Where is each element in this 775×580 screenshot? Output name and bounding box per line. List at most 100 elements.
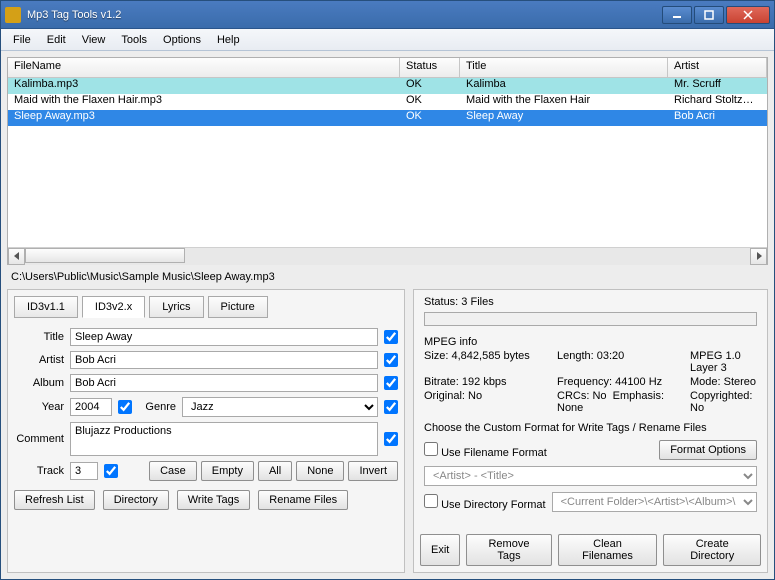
cell: Kalimba <box>460 78 668 94</box>
clean-filenames-button[interactable]: Clean Filenames <box>558 534 658 566</box>
mpeg-original: Original: No <box>424 390 549 414</box>
track-input[interactable] <box>70 462 98 480</box>
case-button[interactable]: Case <box>149 461 197 481</box>
file-list: FileName Status Title Artist Kalimba.mp3… <box>7 57 768 265</box>
directory-button[interactable]: Directory <box>103 490 169 510</box>
progress-bar <box>424 312 757 326</box>
table-row[interactable]: Kalimba.mp3OKKalimbaMr. Scruff <box>8 78 767 94</box>
year-check[interactable] <box>118 400 132 414</box>
window-title: Mp3 Tag Tools v1.2 <box>27 9 662 21</box>
cell: Maid with the Flaxen Hair <box>460 94 668 110</box>
scroll-left-button[interactable] <box>8 248 25 265</box>
cell: OK <box>400 110 460 126</box>
mpeg-layer: MPEG 1.0 Layer 3 <box>690 350 757 374</box>
menu-options[interactable]: Options <box>155 31 209 49</box>
cell: OK <box>400 78 460 94</box>
mpeg-crc: CRCs: No <box>557 390 607 402</box>
menu-file[interactable]: File <box>5 31 39 49</box>
use-directory-check[interactable] <box>424 494 438 508</box>
custom-format-header: Choose the Custom Format for Write Tags … <box>424 422 757 434</box>
cell: OK <box>400 94 460 110</box>
cell: Maid with the Flaxen Hair.mp3 <box>8 94 400 110</box>
comment-check[interactable] <box>384 432 398 446</box>
scroll-track[interactable] <box>25 248 750 265</box>
app-window: Mp3 Tag Tools v1.2 File Edit View Tools … <box>0 0 775 580</box>
invert-button[interactable]: Invert <box>348 461 398 481</box>
cell: Sleep Away <box>460 110 668 126</box>
cell: Kalimba.mp3 <box>8 78 400 94</box>
genre-label: Genre <box>138 401 176 413</box>
rename-files-button[interactable]: Rename Files <box>258 490 348 510</box>
scroll-thumb[interactable] <box>25 248 185 263</box>
album-label: Album <box>14 377 64 389</box>
tab-id3v11[interactable]: ID3v1.1 <box>14 296 78 318</box>
horizontal-scrollbar[interactable] <box>8 247 767 264</box>
cell: Sleep Away.mp3 <box>8 110 400 126</box>
tab-strip: ID3v1.1ID3v2.xLyricsPicture <box>14 296 398 318</box>
artist-input[interactable] <box>70 351 378 369</box>
custom-format: Choose the Custom Format for Write Tags … <box>424 422 757 518</box>
title-check[interactable] <box>384 330 398 344</box>
menu-view[interactable]: View <box>74 31 114 49</box>
exit-button[interactable]: Exit <box>420 534 460 566</box>
year-input[interactable] <box>70 398 112 416</box>
mpeg-mode: Mode: Stereo <box>690 376 757 388</box>
genre-check[interactable] <box>384 400 398 414</box>
mpeg-header: MPEG info <box>424 336 757 348</box>
list-body[interactable]: Kalimba.mp3OKKalimbaMr. ScruffMaid with … <box>8 78 767 247</box>
comment-label: Comment <box>14 433 64 445</box>
write-tags-button[interactable]: Write Tags <box>177 490 251 510</box>
year-label: Year <box>14 401 64 413</box>
album-check[interactable] <box>384 376 398 390</box>
tag-editor-panel: ID3v1.1ID3v2.xLyricsPicture Title Artist… <box>7 289 405 573</box>
col-title[interactable]: Title <box>460 58 668 77</box>
create-directory-button[interactable]: Create Directory <box>663 534 761 566</box>
maximize-button[interactable] <box>694 6 724 24</box>
remove-tags-button[interactable]: Remove Tags <box>466 534 551 566</box>
empty-button[interactable]: Empty <box>201 461 254 481</box>
table-row[interactable]: Sleep Away.mp3OKSleep AwayBob Acri <box>8 110 767 126</box>
close-button[interactable] <box>726 6 770 24</box>
list-header: FileName Status Title Artist <box>8 58 767 78</box>
genre-select[interactable]: Jazz <box>182 397 378 417</box>
filename-format-select[interactable]: <Artist> - <Title> <box>424 466 757 486</box>
scroll-right-button[interactable] <box>750 248 767 265</box>
all-button[interactable]: All <box>258 461 292 481</box>
status-label: Status: 3 Files <box>420 296 761 308</box>
mpeg-bitrate: Bitrate: 192 kbps <box>424 376 549 388</box>
tab-lyrics[interactable]: Lyrics <box>149 296 203 318</box>
titlebar[interactable]: Mp3 Tag Tools v1.2 <box>1 1 774 29</box>
minimize-button[interactable] <box>662 6 692 24</box>
tab-id3v2x[interactable]: ID3v2.x <box>82 296 145 318</box>
artist-label: Artist <box>14 354 64 366</box>
cell: Bob Acri <box>668 110 767 126</box>
mpeg-length: Length: 03:20 <box>557 350 682 374</box>
format-options-button[interactable]: Format Options <box>659 440 757 460</box>
none-button[interactable]: None <box>296 461 344 481</box>
use-directory-format[interactable]: Use Directory Format <box>424 494 546 511</box>
mpeg-freq: Frequency: 44100 Hz <box>557 376 682 388</box>
menu-edit[interactable]: Edit <box>39 31 74 49</box>
col-filename[interactable]: FileName <box>8 58 400 77</box>
menubar: File Edit View Tools Options Help <box>1 29 774 51</box>
lower-panels: ID3v1.1ID3v2.xLyricsPicture Title Artist… <box>7 289 768 573</box>
use-filename-check[interactable] <box>424 442 438 456</box>
mpeg-copyright: Copyrighted: No <box>690 390 757 414</box>
track-check[interactable] <box>104 464 118 478</box>
artist-check[interactable] <box>384 353 398 367</box>
app-icon <box>5 7 21 23</box>
col-artist[interactable]: Artist <box>668 58 767 77</box>
use-filename-format[interactable]: Use Filename Format <box>424 442 547 459</box>
tab-picture[interactable]: Picture <box>208 296 268 318</box>
cell: Richard Stoltzman/Slovak <box>668 94 767 110</box>
col-status[interactable]: Status <box>400 58 460 77</box>
menu-tools[interactable]: Tools <box>113 31 155 49</box>
refresh-list-button[interactable]: Refresh List <box>14 490 95 510</box>
title-input[interactable] <box>70 328 378 346</box>
menu-help[interactable]: Help <box>209 31 248 49</box>
album-input[interactable] <box>70 374 378 392</box>
info-panel: Status: 3 Files MPEG info Size: 4,842,58… <box>413 289 768 573</box>
comment-input[interactable]: Blujazz Productions <box>70 422 378 456</box>
table-row[interactable]: Maid with the Flaxen Hair.mp3OKMaid with… <box>8 94 767 110</box>
directory-format-select[interactable]: <Current Folder>\<Artist>\<Album>\ <box>552 492 757 512</box>
